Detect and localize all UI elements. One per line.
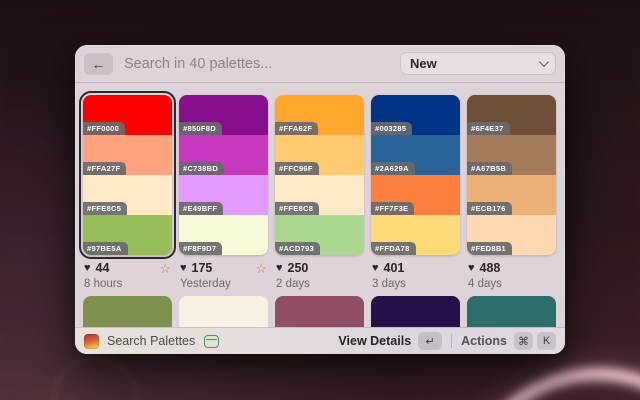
cmd-key-icon: ⌘ (514, 332, 533, 350)
palette-card[interactable]: #003285 #2A629A #FF7F3E #FFDA78 (371, 95, 460, 255)
like-count: 175 (192, 262, 213, 275)
hex-label: #FFE8C8 (275, 202, 319, 215)
palette-age: 2 days (275, 278, 364, 290)
color-swatch[interactable]: #FED8B1 (467, 215, 556, 255)
color-swatch[interactable]: #FFE8C8 (275, 175, 364, 215)
chevron-down-icon (539, 57, 549, 67)
like-count: 401 (384, 262, 405, 275)
search-header: ← Search in 40 palettes... New (75, 45, 565, 83)
color-swatch[interactable]: #FFA27F (83, 135, 172, 175)
hex-label: #FED8B1 (467, 242, 512, 255)
color-swatch[interactable]: #FFA62F (275, 95, 364, 135)
palette-column: #003285 #2A629A #FF7F3E #FFDA78 ♥ 401 3 … (371, 95, 460, 290)
color-swatch[interactable]: #FF7F3E (371, 175, 460, 215)
heart-icon: ♥ (180, 263, 187, 274)
heart-icon: ♥ (84, 263, 91, 274)
palette-age: 4 days (467, 278, 556, 290)
back-button[interactable]: ← (84, 53, 113, 75)
palette-card-selected[interactable]: #FF0000 #FFA27F #FFE8C5 #97BE5A (83, 95, 172, 255)
raycast-window: ← Search in 40 palettes... New #FF0000 #… (75, 45, 565, 354)
background-faint-circle (52, 356, 138, 400)
palette-age: Yesterday (179, 278, 268, 290)
hex-label: #FF7F3E (371, 202, 414, 215)
color-swatch[interactable]: #A67B5B (467, 135, 556, 175)
hex-label: #FFE8C5 (83, 202, 127, 215)
color-swatch[interactable]: #FFDA78 (371, 215, 460, 255)
footer-divider (451, 334, 452, 348)
heart-icon: ♥ (468, 263, 475, 274)
color-swatch[interactable]: #FFE8C5 (83, 175, 172, 215)
view-details-action[interactable]: View Details (338, 334, 411, 348)
heart-icon: ♥ (372, 263, 379, 274)
like-count: 488 (480, 262, 501, 275)
hex-label: #FFC96F (275, 162, 319, 175)
color-swatch[interactable]: #FFC96F (275, 135, 364, 175)
color-swatch[interactable]: #ECB176 (467, 175, 556, 215)
color-swatch[interactable]: #2A629A (371, 135, 460, 175)
color-swatch[interactable]: #ACD793 (275, 215, 364, 255)
hex-label: #ECB176 (467, 202, 512, 215)
like-count: 250 (288, 262, 309, 275)
hex-label: #FFA27F (83, 162, 126, 175)
hex-label: #6F4E37 (467, 122, 510, 135)
like-count: 44 (96, 262, 110, 275)
color-swatch[interactable]: #003285 (371, 95, 460, 135)
search-input[interactable]: Search in 40 palettes... (124, 56, 400, 72)
hex-label: #ACD793 (275, 242, 320, 255)
k-key-icon: K (537, 332, 556, 350)
palette-age: 8 hours (83, 278, 172, 290)
heart-icon: ♥ (276, 263, 283, 274)
color-swatch[interactable]: #F8F9D7 (179, 215, 268, 255)
command-name: Search Palettes (107, 334, 195, 348)
hex-label: #E49BFF (179, 202, 223, 215)
hex-label: #FF0000 (83, 122, 125, 135)
palette-card[interactable]: #850F8D #C738BD #E49BFF #F8F9D7 (179, 95, 268, 255)
extension-icon (84, 334, 99, 349)
hex-label: #97BE5A (83, 242, 128, 255)
actions-menu-button[interactable]: Actions (461, 334, 507, 348)
palette-window-icon (204, 335, 219, 348)
palette-column: #FFA62F #FFC96F #FFE8C8 #ACD793 ♥ 250 2 … (275, 95, 364, 290)
hex-label: #2A629A (371, 162, 415, 175)
color-swatch[interactable]: #E49BFF (179, 175, 268, 215)
sort-dropdown[interactable]: New (400, 52, 556, 75)
hex-label: #F8F9D7 (179, 242, 222, 255)
hex-label: #003285 (371, 122, 412, 135)
sort-dropdown-value: New (410, 56, 539, 71)
palette-card[interactable]: #FFA62F #FFC96F #FFE8C8 #ACD793 (275, 95, 364, 255)
color-swatch[interactable]: #FF0000 (83, 95, 172, 135)
palette-column: #6F4E37 #A67B5B #ECB176 #FED8B1 ♥ 488 4 … (467, 95, 556, 290)
hex-label: #FFA62F (275, 122, 318, 135)
color-swatch[interactable]: #97BE5A (83, 215, 172, 255)
hex-label: #FFDA78 (371, 242, 416, 255)
hex-label: #C738BD (179, 162, 224, 175)
palette-column: #850F8D #C738BD #E49BFF #F8F9D7 ♥ 175 ☆ … (179, 95, 268, 290)
favorite-star-icon[interactable]: ☆ (159, 262, 171, 275)
palette-age: 3 days (371, 278, 460, 290)
back-arrow-icon: ← (92, 56, 106, 72)
favorite-star-icon[interactable]: ☆ (255, 262, 267, 275)
hex-label: #A67B5B (467, 162, 512, 175)
color-swatch[interactable]: #850F8D (179, 95, 268, 135)
palette-grid: #FF0000 #FFA27F #FFE8C5 #97BE5A ♥ 44 ☆ 8… (75, 83, 565, 332)
palette-card[interactable]: #6F4E37 #A67B5B #ECB176 #FED8B1 (467, 95, 556, 255)
return-key-icon: ↵ (418, 332, 442, 350)
action-bar: Search Palettes View Details ↵ Actions ⌘… (75, 327, 565, 354)
color-swatch[interactable]: #C738BD (179, 135, 268, 175)
color-swatch[interactable]: #6F4E37 (467, 95, 556, 135)
background-pink-arc (458, 368, 640, 400)
palette-column: #FF0000 #FFA27F #FFE8C5 #97BE5A ♥ 44 ☆ 8… (83, 95, 172, 290)
hex-label: #850F8D (179, 122, 222, 135)
